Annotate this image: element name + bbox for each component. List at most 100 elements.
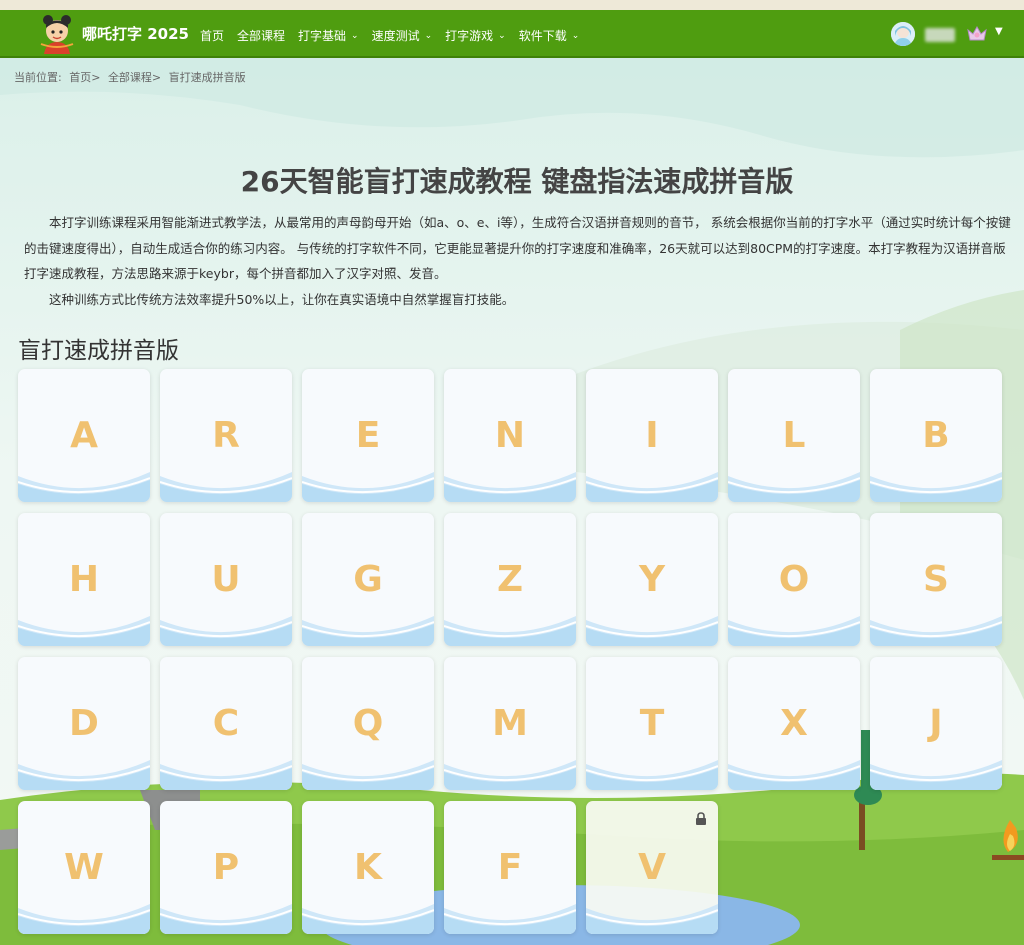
breadcrumb: 当前位置: 首页> 全部课程> 盲打速成拼音版 xyxy=(14,69,250,85)
course-intro: 本打字训练课程采用智能渐进式教学法，从最常用的声母韵母开始（如a、o、e、i等）… xyxy=(24,210,1014,312)
card-wave-decoration xyxy=(444,616,576,646)
lesson-card[interactable]: G xyxy=(302,513,434,646)
nav-all-courses[interactable]: 全部课程 xyxy=(237,27,285,44)
nav-label: 速度测试 xyxy=(371,29,420,43)
top-navbar: 哪吒打字 2025 首页 全部课程 打字基础 ⌄ 速度测试 ⌄ 打字游戏 ⌄ 软件下载… xyxy=(0,10,1024,58)
lesson-card[interactable]: D xyxy=(18,657,150,790)
lesson-card[interactable]: S xyxy=(870,513,1002,646)
page-title: 26天智能盲打速成教程 键盘指法速成拼音版 xyxy=(240,165,794,198)
lesson-letter: S xyxy=(923,559,949,600)
intro-paragraph-2: 这种训练方式比传统方法效率提升50%以上，让你在真实语境中自然掌握盲打技能。 xyxy=(49,291,515,307)
lesson-card[interactable]: B xyxy=(870,369,1002,502)
lesson-letter: C xyxy=(212,703,240,744)
card-wave-decoration xyxy=(444,904,576,934)
chevron-down-icon: ⌄ xyxy=(498,30,506,41)
lesson-letter: H xyxy=(68,559,100,600)
chevron-down-icon: ⌄ xyxy=(351,30,359,41)
breadcrumb-prefix: 当前位置: xyxy=(14,71,62,84)
breadcrumb-current: 盲打速成拼音版 xyxy=(168,71,246,84)
nav-home[interactable]: 首页 xyxy=(200,27,224,44)
lesson-card[interactable]: Q xyxy=(302,657,434,790)
lock-icon xyxy=(696,812,706,825)
vip-badge-icon[interactable] xyxy=(966,23,988,45)
lesson-card[interactable]: A xyxy=(18,369,150,502)
lesson-card[interactable]: N xyxy=(444,369,576,502)
card-wave-decoration xyxy=(18,616,150,646)
nav-software-download[interactable]: 软件下载 ⌄ xyxy=(519,27,580,44)
card-wave-decoration xyxy=(728,760,860,790)
lesson-letter: B xyxy=(922,415,950,456)
lesson-card[interactable]: J xyxy=(870,657,1002,790)
lesson-card[interactable]: C xyxy=(160,657,292,790)
lesson-card[interactable]: E xyxy=(302,369,434,502)
lesson-card[interactable]: I xyxy=(586,369,718,502)
lesson-letter: U xyxy=(211,559,241,600)
breadcrumb-courses-link[interactable]: 全部课程> xyxy=(108,71,161,84)
lesson-letter: P xyxy=(212,847,240,888)
card-wave-decoration xyxy=(160,760,292,790)
lesson-letter: T xyxy=(639,703,665,744)
lesson-letter: A xyxy=(70,415,98,456)
nav-typing-games[interactable]: 打字游戏 ⌄ xyxy=(445,27,506,44)
lesson-card[interactable]: F xyxy=(444,801,576,934)
card-wave-decoration xyxy=(302,616,434,646)
nav-typing-basics[interactable]: 打字基础 ⌄ xyxy=(298,27,359,44)
lesson-letter: X xyxy=(780,703,808,744)
lesson-card[interactable]: X xyxy=(728,657,860,790)
lesson-letter: F xyxy=(497,847,523,888)
lesson-card[interactable]: H xyxy=(18,513,150,646)
user-avatar[interactable] xyxy=(891,22,915,46)
card-wave-decoration xyxy=(302,472,434,502)
card-wave-decoration xyxy=(160,616,292,646)
card-wave-decoration xyxy=(18,760,150,790)
lesson-card[interactable]: T xyxy=(586,657,718,790)
lesson-letter: Z xyxy=(496,559,524,600)
card-wave-decoration xyxy=(728,616,860,646)
top-strip xyxy=(0,0,1024,10)
card-wave-decoration xyxy=(18,904,150,934)
card-wave-decoration xyxy=(870,472,1002,502)
card-wave-decoration xyxy=(302,760,434,790)
lesson-letter: Q xyxy=(352,703,384,744)
lesson-card[interactable]: R xyxy=(160,369,292,502)
nav-label: 全部课程 xyxy=(237,29,286,43)
lesson-card[interactable]: K xyxy=(302,801,434,934)
lesson-card[interactable]: V xyxy=(586,801,718,934)
brand-logo-icon[interactable] xyxy=(38,14,76,54)
lesson-card[interactable]: W xyxy=(18,801,150,934)
breadcrumb-home-link[interactable]: 首页> xyxy=(69,71,100,84)
section-title: 盲打速成拼音版 xyxy=(18,338,179,364)
nav-label: 软件下载 xyxy=(518,29,567,43)
lesson-card[interactable]: M xyxy=(444,657,576,790)
lesson-card[interactable]: Z xyxy=(444,513,576,646)
card-wave-decoration xyxy=(444,760,576,790)
chevron-down-icon: ⌄ xyxy=(424,30,433,41)
lesson-card[interactable]: O xyxy=(728,513,860,646)
lesson-letter: Y xyxy=(638,559,666,600)
user-menu-chevron-down-icon[interactable]: ▼ xyxy=(995,26,1003,37)
lesson-letter: M xyxy=(492,703,528,744)
lesson-letter: V xyxy=(638,847,666,888)
card-wave-decoration xyxy=(160,904,292,934)
lesson-letter: N xyxy=(494,415,526,456)
nav-label: 首页 xyxy=(200,29,225,43)
username-redacted[interactable] xyxy=(925,28,955,42)
card-wave-decoration xyxy=(586,616,718,646)
lesson-letter: J xyxy=(929,703,943,744)
brand-name[interactable]: 哪吒打字 2025 xyxy=(82,23,189,44)
lesson-letter: W xyxy=(64,847,104,888)
lesson-card[interactable]: Y xyxy=(586,513,718,646)
card-wave-decoration xyxy=(870,760,1002,790)
card-wave-decoration xyxy=(728,472,860,502)
card-wave-decoration xyxy=(586,472,718,502)
lesson-card[interactable]: P xyxy=(160,801,292,934)
card-wave-decoration xyxy=(18,472,150,502)
card-wave-decoration xyxy=(302,904,434,934)
main-nav: 首页 全部课程 打字基础 ⌄ 速度测试 ⌄ 打字游戏 ⌄ 软件下载 ⌄ xyxy=(200,27,592,44)
card-wave-decoration xyxy=(444,472,576,502)
lesson-card[interactable]: L xyxy=(728,369,860,502)
card-wave-decoration xyxy=(586,760,718,790)
nav-speed-test[interactable]: 速度测试 ⌄ xyxy=(372,27,433,44)
lesson-card[interactable]: U xyxy=(160,513,292,646)
lesson-letter: I xyxy=(645,415,659,456)
